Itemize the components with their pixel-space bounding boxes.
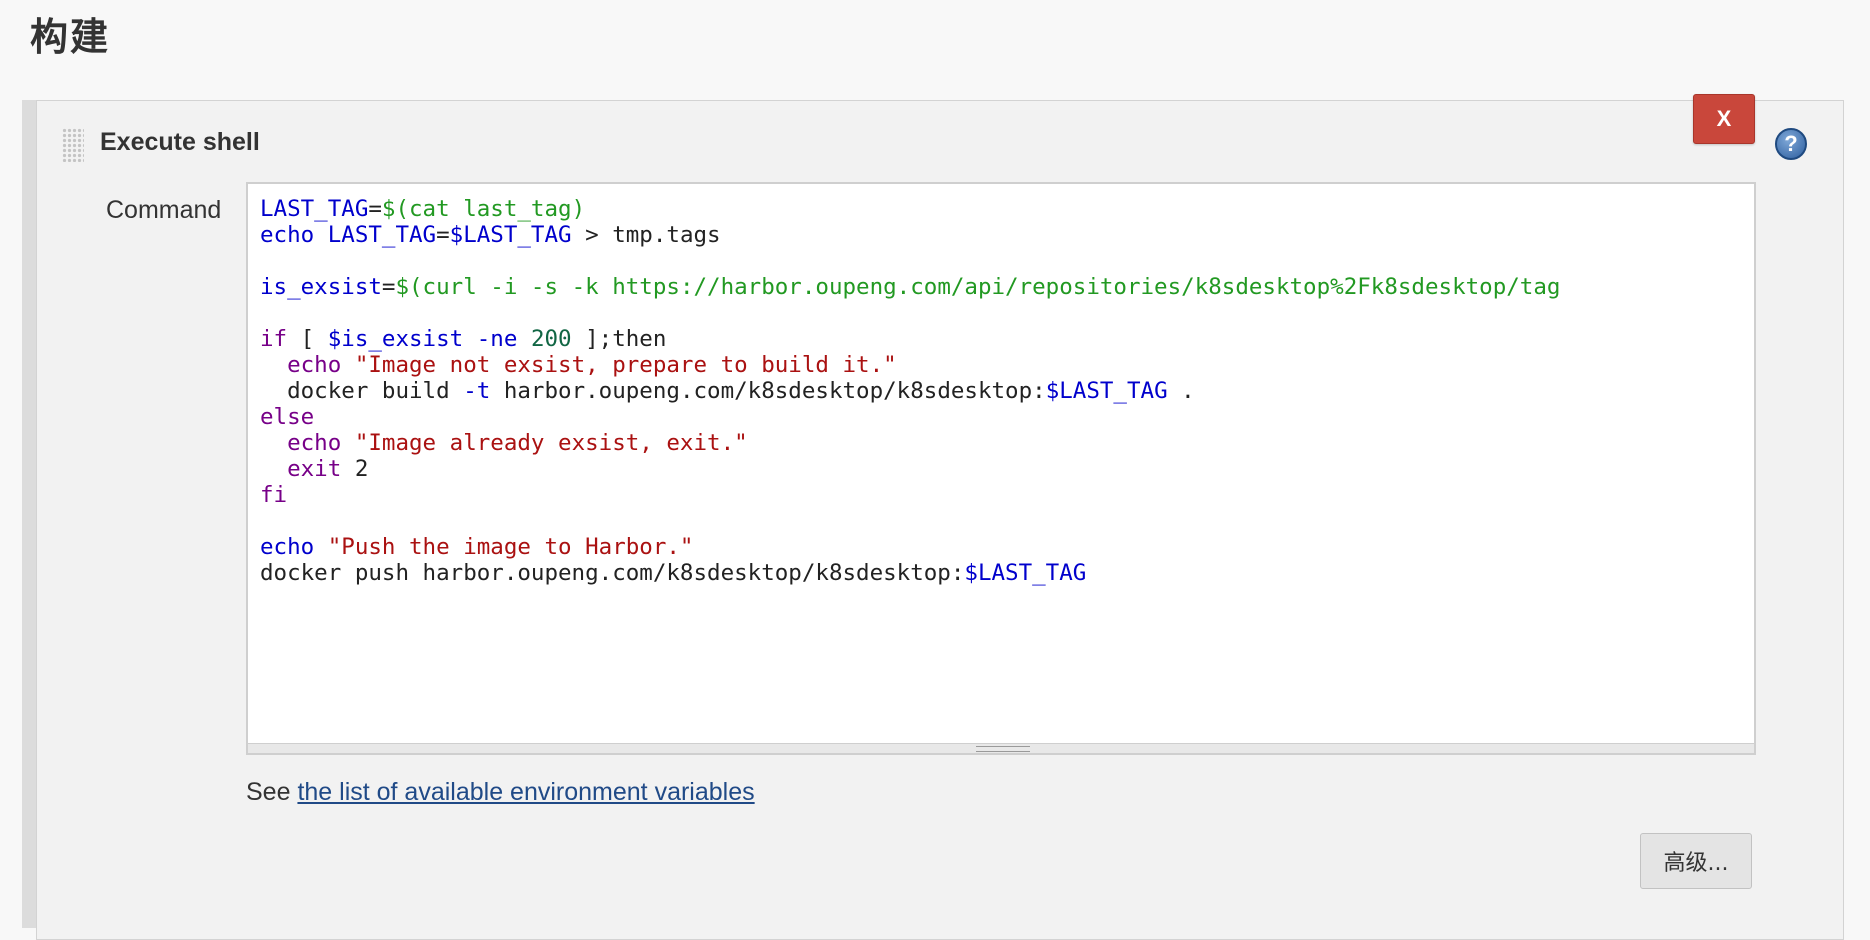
code-token: $(curl -i -s -k https://harbor.oupeng.co… bbox=[395, 274, 1561, 300]
command-code[interactable]: LAST_TAG=$(cat last_tag) echo LAST_TAG=$L… bbox=[260, 196, 1560, 586]
editor-resize-bar[interactable] bbox=[248, 743, 1754, 753]
code-token: [ bbox=[287, 326, 328, 352]
env-variables-link[interactable]: the list of available environment variab… bbox=[297, 778, 754, 806]
step-title: Execute shell bbox=[100, 128, 260, 156]
code-token: LAST_TAG bbox=[260, 196, 369, 222]
env-prefix: See bbox=[246, 778, 298, 806]
step-left-stripe bbox=[22, 100, 36, 928]
code-token: else bbox=[260, 404, 315, 430]
code-line: if [ $is_exsist -ne 200 ];then bbox=[260, 326, 1560, 352]
code-line: else bbox=[260, 404, 1560, 430]
code-token: = bbox=[436, 222, 450, 248]
code-token: "Image already exsist, exit." bbox=[354, 430, 748, 456]
code-token: echo bbox=[287, 352, 342, 378]
delete-step-button[interactable]: X bbox=[1693, 94, 1755, 144]
section-title: 构建 bbox=[30, 15, 111, 59]
code-token: fi bbox=[260, 482, 288, 508]
code-token: $is_exsist bbox=[327, 326, 464, 352]
code-token: echo bbox=[260, 222, 315, 248]
code-line: LAST_TAG=$(cat last_tag) bbox=[260, 196, 1560, 222]
code-token: $LAST_TAG bbox=[449, 222, 572, 248]
code-token: > tmp.tags bbox=[571, 222, 721, 248]
code-token: 200 bbox=[530, 326, 572, 352]
code-token: = bbox=[381, 274, 396, 300]
resize-grip-icon[interactable] bbox=[976, 746, 1030, 752]
code-token: echo bbox=[287, 430, 342, 456]
code-token: "Push the image to Harbor." bbox=[327, 534, 694, 560]
code-token: docker push harbor.oupeng.com/k8sdesktop… bbox=[260, 560, 965, 586]
code-token: harbor.oupeng.com/k8sdesktop/k8sdesktop: bbox=[490, 378, 1046, 404]
command-label: Command bbox=[106, 196, 222, 224]
code-token: exit bbox=[287, 456, 342, 482]
code-token: -ne bbox=[476, 326, 518, 352]
drag-handle-icon[interactable] bbox=[62, 128, 84, 162]
code-token: -t bbox=[463, 378, 491, 404]
code-line: echo "Image not exsist, prepare to build… bbox=[260, 352, 1560, 378]
code-token: $LAST_TAG bbox=[1045, 378, 1168, 404]
help-icon[interactable]: ? bbox=[1775, 128, 1807, 160]
code-line: fi bbox=[260, 482, 1560, 508]
code-line: docker build -t harbor.oupeng.com/k8sdes… bbox=[260, 378, 1560, 404]
code-token: "Image not exsist, prepare to build it." bbox=[354, 352, 897, 378]
code-line: echo "Push the image to Harbor." bbox=[260, 534, 1560, 560]
code-token: = bbox=[368, 196, 382, 222]
code-token: echo bbox=[260, 534, 315, 560]
code-line: exit 2 bbox=[260, 456, 1560, 482]
code-token: 2 bbox=[341, 456, 369, 482]
code-line: echo LAST_TAG=$LAST_TAG > tmp.tags bbox=[260, 222, 1560, 248]
code-line: is_exsist=$(curl -i -s -k https://harbor… bbox=[260, 274, 1560, 300]
code-token: if bbox=[260, 326, 288, 352]
code-token: $(cat last_tag) bbox=[381, 196, 586, 222]
code-line: docker push harbor.oupeng.com/k8sdesktop… bbox=[260, 560, 1560, 586]
advanced-button[interactable]: 高级... bbox=[1640, 833, 1752, 889]
code-token: $LAST_TAG bbox=[964, 560, 1087, 586]
env-variables-hint: See the list of available environment va… bbox=[246, 778, 755, 807]
command-editor[interactable]: LAST_TAG=$(cat last_tag) echo LAST_TAG=$L… bbox=[246, 182, 1756, 755]
code-token: is_exsist bbox=[260, 274, 382, 300]
code-token: . bbox=[1167, 378, 1195, 404]
code-token: ];then bbox=[571, 326, 667, 352]
code-token: docker build bbox=[260, 378, 464, 404]
code-line: echo "Image already exsist, exit." bbox=[260, 430, 1560, 456]
code-token: LAST_TAG bbox=[327, 222, 437, 248]
